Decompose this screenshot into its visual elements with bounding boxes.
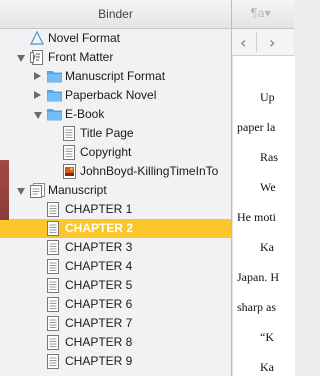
- binder-item-label: CHAPTER 9: [65, 354, 133, 368]
- binder-item-title-page[interactable]: Title Page: [0, 124, 231, 143]
- binder-item-label: CHAPTER 7: [65, 316, 133, 330]
- binder-item-label: Title Page: [80, 126, 134, 140]
- manuscript-text-line: He moti: [237, 210, 276, 224]
- binder-item-chapter-1[interactable]: CHAPTER 1: [0, 200, 231, 219]
- background-window-edge: [0, 160, 9, 220]
- folder-icon: [47, 88, 62, 103]
- binder-item-e-book[interactable]: E-Book: [0, 105, 231, 124]
- disclosure-triangle-closed-icon[interactable]: [34, 72, 41, 80]
- binder-item-johnboyd-killingtimeinto[interactable]: JohnBoyd-KillingTimeInTo: [0, 162, 231, 181]
- document-icon: [47, 316, 61, 331]
- image-file-icon: [63, 164, 77, 179]
- paragraph-style-icon[interactable]: ¶a▾: [250, 6, 271, 20]
- document-icon: [47, 240, 61, 255]
- document-icon: [63, 126, 77, 141]
- nav-divider: [256, 32, 257, 52]
- manuscript-text-line: “K: [260, 330, 274, 344]
- disclosure-triangle-open-icon[interactable]: [17, 55, 25, 62]
- disclosure-triangle-open-icon[interactable]: [17, 188, 25, 195]
- folder-icon: [47, 107, 62, 122]
- document-icon: [47, 259, 61, 274]
- binder-item-label: Manuscript Format: [65, 69, 166, 83]
- binder-item-front-matter[interactable]: Front Matter: [0, 48, 231, 67]
- binder-item-chapter-9[interactable]: CHAPTER 9: [0, 352, 231, 371]
- binder-item-manuscript-format[interactable]: Manuscript Format: [0, 67, 231, 86]
- document-icon: [47, 297, 61, 312]
- document-icon: [63, 145, 77, 160]
- manuscript-text-line: Ka: [260, 240, 274, 254]
- binder-sidebar: Binder Novel Format Front Matter Manuscrip…: [0, 0, 231, 376]
- front-matter-icon: [30, 50, 44, 65]
- binder-item-label: Copyright: [80, 145, 132, 159]
- document-icon: [47, 354, 61, 369]
- binder-item-label: CHAPTER 1: [65, 202, 133, 216]
- document-icon: [47, 335, 61, 350]
- document-page[interactable]: Up paper la Ras We He moti Ka Japan. H sharp as…: [232, 56, 295, 376]
- binder-item-manuscript[interactable]: Manuscript: [0, 181, 231, 200]
- manuscript-text-line: Ka: [260, 360, 274, 374]
- editor-navigation-bar: ‹ ›: [232, 29, 294, 56]
- document-icon: [47, 278, 61, 293]
- triangle-template-icon: [30, 30, 44, 46]
- binder-item-chapter-5[interactable]: CHAPTER 5: [0, 276, 231, 295]
- binder-item-label: E-Book: [65, 107, 105, 121]
- editor-pane: ¶a▾ ‹ › Up paper la Ras We He moti Ka Japan. H…: [232, 0, 295, 376]
- back-arrow-icon[interactable]: ‹: [240, 33, 246, 52]
- binder-item-chapter-4[interactable]: CHAPTER 4: [0, 257, 231, 276]
- binder-item-label: CHAPTER 3: [65, 240, 133, 254]
- document-icon: [47, 202, 61, 217]
- binder-item-copyright[interactable]: Copyright: [0, 143, 231, 162]
- binder-item-paperback-novel[interactable]: Paperback Novel: [0, 86, 231, 105]
- manuscript-text-line: Ras: [260, 150, 278, 164]
- manuscript-text-line: sharp as: [237, 300, 276, 314]
- document-icon: [47, 221, 61, 236]
- manuscript-icon: [30, 183, 45, 198]
- disclosure-triangle-closed-icon[interactable]: [34, 91, 41, 99]
- forward-arrow-icon[interactable]: ›: [269, 33, 275, 52]
- folder-icon: [47, 69, 62, 84]
- binder-item-chapter-2[interactable]: CHAPTER 2: [0, 219, 231, 238]
- binder-item-label: Novel Format: [48, 31, 121, 45]
- binder-item-label: CHAPTER 8: [65, 335, 133, 349]
- binder-header: Binder: [0, 0, 231, 29]
- binder-item-label: CHAPTER 4: [65, 259, 133, 273]
- binder-item-label: Paperback Novel: [65, 88, 157, 102]
- binder-item-chapter-6[interactable]: CHAPTER 6: [0, 295, 231, 314]
- binder-item-novel-format[interactable]: Novel Format: [0, 29, 231, 48]
- manuscript-text-line: We: [260, 180, 276, 194]
- binder-item-label: CHAPTER 2: [65, 221, 134, 235]
- binder-item-label: JohnBoyd-KillingTimeInTo: [80, 164, 219, 178]
- manuscript-text-line: paper la: [237, 120, 276, 134]
- binder-item-label: CHAPTER 6: [65, 297, 133, 311]
- binder-item-chapter-7[interactable]: CHAPTER 7: [0, 314, 231, 333]
- binder-item-label: Manuscript: [48, 183, 107, 197]
- binder-item-label: Front Matter: [48, 50, 114, 64]
- binder-title: Binder: [98, 7, 133, 21]
- manuscript-text-line: Up: [260, 90, 275, 104]
- binder-item-chapter-8[interactable]: CHAPTER 8: [0, 333, 231, 352]
- binder-item-label: CHAPTER 5: [65, 278, 133, 292]
- binder-item-chapter-3[interactable]: CHAPTER 3: [0, 238, 231, 257]
- disclosure-triangle-open-icon[interactable]: [34, 112, 42, 119]
- manuscript-text-line: Japan. H: [237, 270, 279, 284]
- editor-header: ¶a▾: [232, 0, 294, 29]
